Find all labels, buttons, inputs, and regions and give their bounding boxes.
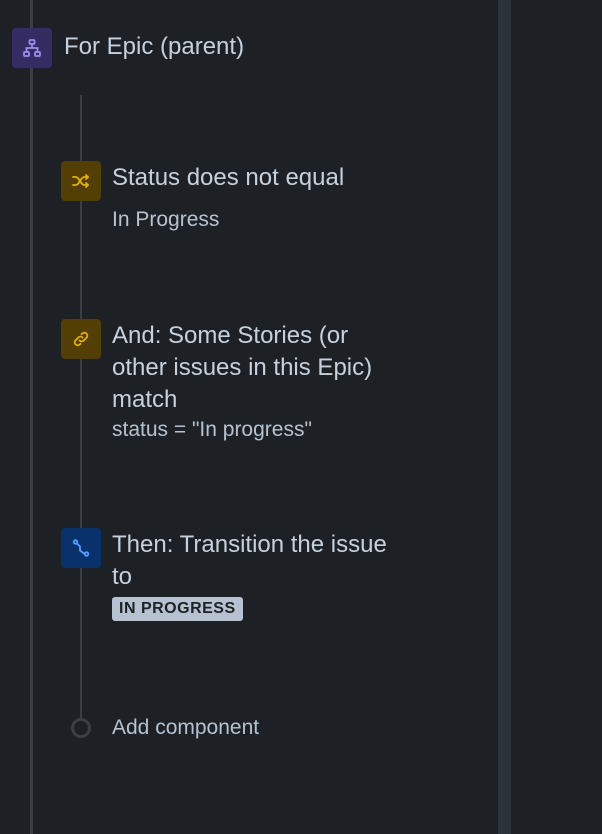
- shuffle-icon: [61, 161, 101, 201]
- add-component-label: Add component: [112, 716, 260, 739]
- transition-title-line-1: Then: Transition the issue: [112, 531, 387, 558]
- related-title-line-3: match: [112, 386, 178, 413]
- add-component-dot: [71, 718, 91, 738]
- panel-divider[interactable]: [498, 0, 511, 834]
- hierarchy-icon: [12, 28, 52, 68]
- transition-icon: [61, 528, 101, 568]
- related-title-line-2: other issues in this Epic): [112, 354, 373, 381]
- status-badge: IN PROGRESS: [112, 597, 243, 621]
- link-icon: [61, 319, 101, 359]
- outer-branch-line: [30, 0, 33, 834]
- right-panel: [511, 0, 602, 834]
- condition-title: Status does not equal: [112, 164, 345, 191]
- branch-label: For Epic (parent): [64, 33, 245, 60]
- related-title-line-1: And: Some Stories (or: [112, 322, 349, 349]
- transition-title-line-2: to: [112, 563, 133, 590]
- related-detail: status = "In progress": [112, 418, 312, 441]
- condition-detail: In Progress: [112, 208, 220, 231]
